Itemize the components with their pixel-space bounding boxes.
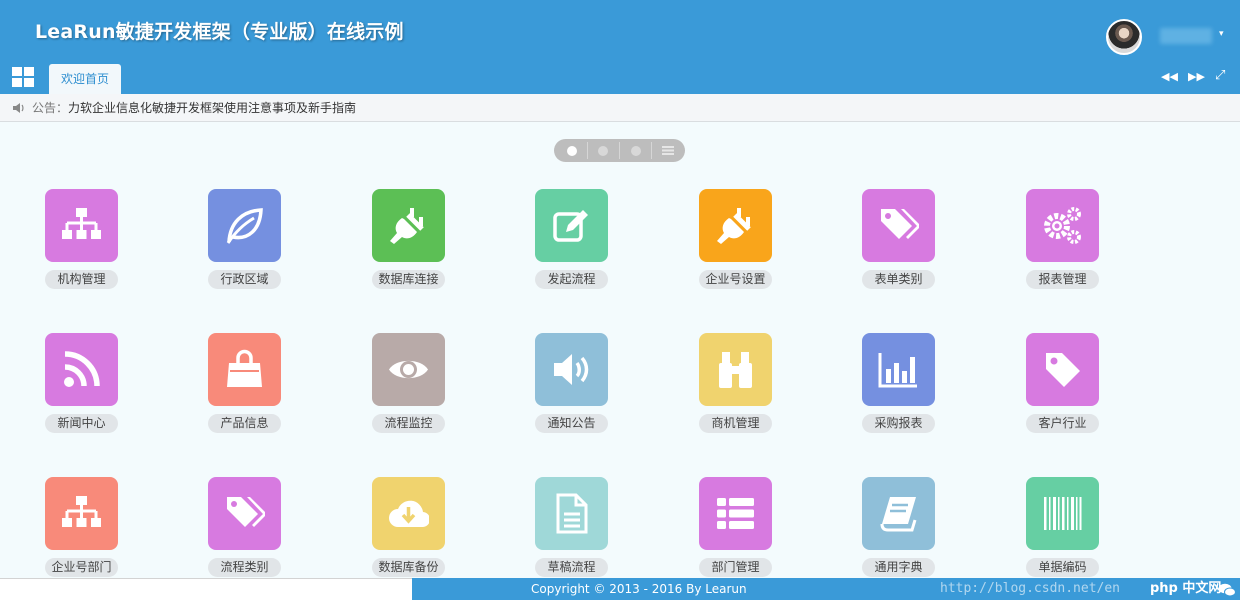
- user-avatar[interactable]: [1106, 19, 1142, 55]
- app-tile-label[interactable]: 发起流程: [535, 270, 608, 289]
- windows-logo-icon[interactable]: [12, 67, 34, 87]
- app-tile-label[interactable]: 机构管理: [45, 270, 118, 289]
- notice-message-link[interactable]: 力软企业信息化敏捷开发框架使用注意事项及新手指南: [68, 94, 356, 122]
- app-tile-icon-box[interactable]: [45, 189, 118, 262]
- app-tile-label[interactable]: 通知公告: [535, 414, 608, 433]
- app-tile-icon-box[interactable]: [208, 189, 281, 262]
- app-tile-label[interactable]: 报表管理: [1026, 270, 1099, 289]
- tab-scroll-left-icon[interactable]: ◀◀: [1161, 70, 1178, 83]
- shopping-bag-icon: [227, 349, 262, 387]
- tab-scroll-right-icon[interactable]: ▶▶: [1188, 70, 1205, 83]
- app-tile-icon-box[interactable]: [699, 333, 772, 406]
- edit-icon: [553, 210, 588, 242]
- page-switcher: [554, 139, 685, 162]
- app-tile-icon-box[interactable]: [372, 189, 445, 262]
- app-tile-icon-box[interactable]: [208, 477, 281, 550]
- copyright-text: Copyright © 2013 - 2016 By Learun: [531, 582, 747, 596]
- app-tile-icon-box[interactable]: [862, 333, 935, 406]
- footer-bar: Copyright © 2013 - 2016 By Learun http:/…: [412, 578, 1240, 600]
- app-tile-label[interactable]: 产品信息: [208, 414, 281, 433]
- watermark-url: http://blog.csdn.net/en: [940, 581, 1121, 596]
- app-tile-icon-box[interactable]: [535, 189, 608, 262]
- cloud-download-icon: [389, 500, 429, 528]
- binoculars-icon: [719, 352, 752, 388]
- app-tile-icon-box[interactable]: [535, 477, 608, 550]
- tag-icon: [1046, 353, 1080, 387]
- app-tile-label[interactable]: 流程监控: [372, 414, 445, 433]
- user-menu-caret-icon[interactable]: ▾: [1219, 29, 1224, 39]
- gears-icon: [1044, 207, 1081, 244]
- app-tile-icon-box[interactable]: [208, 333, 281, 406]
- notice-label: 公告：: [32, 101, 69, 115]
- rss-icon: [64, 351, 100, 387]
- top-header: [0, 0, 1240, 94]
- bar-chart-icon: [878, 353, 917, 388]
- pager-divider: [587, 142, 588, 159]
- app-tile-label[interactable]: 数据库备份: [372, 558, 445, 577]
- app-tile-icon-box[interactable]: [45, 333, 118, 406]
- leaf-icon: [226, 208, 263, 244]
- barcode-icon: [1044, 497, 1082, 530]
- app-tile-label[interactable]: 草稿流程: [535, 558, 608, 577]
- sitemap-icon: [62, 496, 101, 527]
- app-tile-label[interactable]: 流程类别: [208, 558, 281, 577]
- eye-icon: [389, 360, 428, 379]
- pager-divider: [619, 142, 620, 159]
- user-name-redacted[interactable]: [1160, 28, 1212, 44]
- app-tile-icon-box[interactable]: [862, 477, 935, 550]
- app-tile-label[interactable]: 采购报表: [862, 414, 935, 433]
- app-tile-label[interactable]: 通用字典: [862, 558, 935, 577]
- app-tile-icon-box[interactable]: [45, 477, 118, 550]
- pager-list-icon[interactable]: [662, 146, 674, 155]
- sitemap-icon: [62, 208, 101, 239]
- tab-welcome-home[interactable]: 欢迎首页: [49, 64, 121, 94]
- pager-divider: [651, 142, 652, 159]
- app-tile-icon-box[interactable]: [1026, 189, 1099, 262]
- watermark-brand: php 中文网: [1150, 581, 1222, 596]
- tags-icon: [881, 209, 919, 239]
- app-tile-label[interactable]: 单据编码: [1026, 558, 1099, 577]
- speaker-icon: [12, 94, 25, 124]
- page-dot-1[interactable]: [567, 146, 577, 156]
- notice-bar: 公告： 力软企业信息化敏捷开发框架使用注意事项及新手指南: [0, 94, 1240, 122]
- app-title: LeaRun敏捷开发框架（专业版）在线示例: [35, 21, 404, 43]
- fullscreen-icon[interactable]: ⤢: [1215, 68, 1225, 83]
- chat-bubbles-icon[interactable]: [1218, 583, 1236, 597]
- page-dot-3[interactable]: [631, 146, 641, 156]
- app-tile-icon-box[interactable]: [699, 189, 772, 262]
- app-tile-icon-box[interactable]: [862, 189, 935, 262]
- volume-icon: [554, 354, 589, 385]
- app-tile-icon-box[interactable]: [1026, 333, 1099, 406]
- app-tile-icon-box[interactable]: [1026, 477, 1099, 550]
- app-tile-label[interactable]: 数据库连接: [372, 270, 445, 289]
- book-icon: [880, 497, 917, 532]
- app-tile-icon-box[interactable]: [535, 333, 608, 406]
- list-icon: [717, 498, 754, 529]
- app-tile-icon-box[interactable]: [372, 477, 445, 550]
- tags-icon: [227, 497, 265, 527]
- page-dot-2[interactable]: [598, 146, 608, 156]
- app-tile-icon-box[interactable]: [699, 477, 772, 550]
- app-tile-label[interactable]: 部门管理: [699, 558, 772, 577]
- app-tile-label[interactable]: 企业号设置: [699, 270, 772, 289]
- app-tile-label[interactable]: 商机管理: [699, 414, 772, 433]
- app-tile-label[interactable]: 表单类别: [862, 270, 935, 289]
- app-tile-label[interactable]: 新闻中心: [45, 414, 118, 433]
- app-tile-icon-box[interactable]: [372, 333, 445, 406]
- app-tile-label[interactable]: 客户行业: [1026, 414, 1099, 433]
- app-tile-label[interactable]: 企业号部门: [45, 558, 118, 577]
- plug-icon: [717, 208, 751, 244]
- app-tile-label[interactable]: 行政区域: [208, 270, 281, 289]
- footer-left-blank: [0, 578, 412, 600]
- file-text-icon: [556, 493, 588, 534]
- plug-icon: [390, 208, 424, 244]
